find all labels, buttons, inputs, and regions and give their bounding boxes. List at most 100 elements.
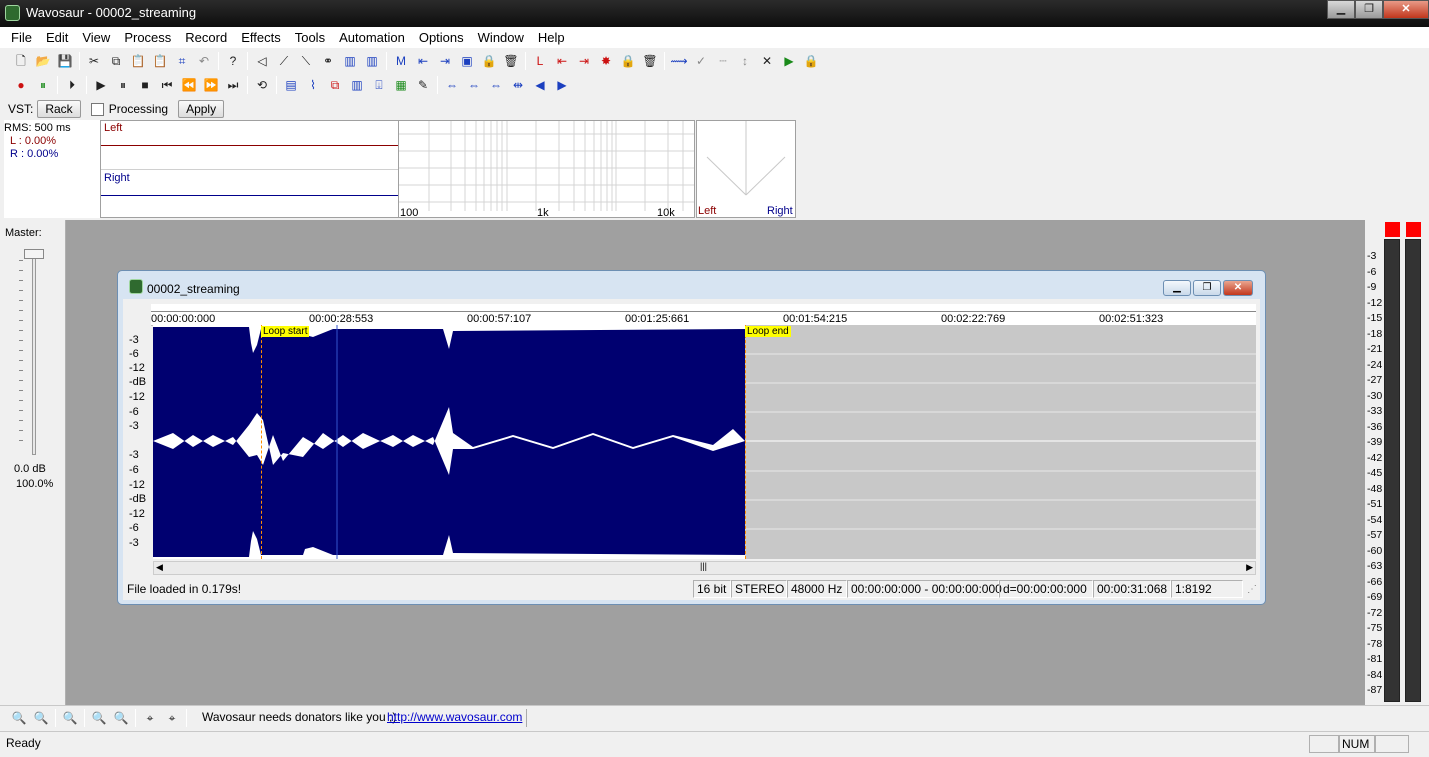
envelope-icon[interactable]: ⟿ [668, 51, 690, 72]
loop-end-line[interactable] [745, 325, 746, 559]
loop-lock-icon[interactable]: 🔒 [617, 51, 639, 72]
menu-edit[interactable]: Edit [39, 27, 75, 48]
x-icon[interactable]: ✕ [756, 51, 778, 72]
scroll-grip-icon[interactable]: ||| [700, 561, 707, 571]
zoom-fit-icon[interactable]: 🔍 [59, 708, 81, 729]
processing-checkbox[interactable] [90, 102, 104, 116]
play-box-icon[interactable]: ▶ [778, 51, 800, 72]
zoom-wave-1-icon[interactable]: ⇔ [441, 75, 463, 96]
new-file-icon[interactable]: 🗋 [10, 51, 32, 72]
zoom-out-icon[interactable]: 🔍 [30, 708, 52, 729]
help-icon[interactable]: ? [222, 51, 244, 72]
menu-record[interactable]: Record [178, 27, 234, 48]
open-folder-icon[interactable]: 📂 [32, 51, 54, 72]
marker-block-icon[interactable]: ▣ [456, 51, 478, 72]
zoom-in-icon[interactable]: 🔍 [8, 708, 30, 729]
record-icon[interactable]: ● [10, 75, 32, 96]
clip-indicator-right[interactable] [1406, 222, 1421, 237]
trash-icon[interactable]: 🗑 [500, 51, 522, 72]
timeline[interactable]: 00:00:00:000 00:00:28:553 00:00:57:107 0… [151, 304, 1256, 326]
loop-start-line[interactable] [261, 325, 262, 559]
go-end-icon[interactable]: ⏭ [222, 75, 244, 96]
save-icon[interactable]: 💾 [54, 51, 76, 72]
dashes-icon[interactable]: ┈ [712, 51, 734, 72]
loop-trash-icon[interactable]: 🗑 [639, 51, 661, 72]
play-from-icon[interactable]: ⏵ [61, 75, 83, 96]
check-icon[interactable]: ✓ [690, 51, 712, 72]
paste-special-icon[interactable]: 📋 [149, 51, 171, 72]
pause-icon[interactable]: ⏸ [112, 75, 134, 96]
arrow-left-icon[interactable]: ◀ [529, 75, 551, 96]
updown-icon[interactable]: ↕ [734, 51, 756, 72]
stop-icon[interactable]: ■ [134, 75, 156, 96]
menu-options[interactable]: Options [412, 27, 471, 48]
zoom-wave-2-icon[interactable]: ⇔ [463, 75, 485, 96]
horizontal-scrollbar[interactable]: ◀ ||| ▶ [153, 561, 1256, 575]
cut-icon[interactable]: ✂ [83, 51, 105, 72]
play-icon[interactable]: ▶ [90, 75, 112, 96]
spectrum-icon[interactable]: ⌇ [302, 75, 324, 96]
loop-left-icon[interactable]: ⇤ [551, 51, 573, 72]
marker-left-icon[interactable]: ⇤ [412, 51, 434, 72]
menu-help[interactable]: Help [531, 27, 572, 48]
resize-grip-icon[interactable]: ⋰ [1247, 584, 1257, 595]
zoom-wave-3-icon[interactable]: ⇔ [485, 75, 507, 96]
zoom-wave-4-icon[interactable]: ⇹ [507, 75, 529, 96]
master-slider-thumb[interactable] [24, 249, 44, 259]
marker-m-icon[interactable]: M [390, 51, 412, 72]
fade-in-icon[interactable]: ⟋ [273, 51, 295, 72]
menu-process[interactable]: Process [117, 27, 178, 48]
waveform-view[interactable]: Loop start Loop end [153, 325, 1256, 559]
close-button[interactable]: ✕ [1383, 0, 1429, 19]
record-pause-icon[interactable]: ⏸ [32, 75, 54, 96]
master-slider-track[interactable] [32, 250, 36, 455]
rack-button[interactable]: Rack [37, 100, 81, 118]
copy-region-icon[interactable]: ⧉ [324, 75, 346, 96]
undo-icon[interactable]: ↶ [193, 51, 215, 72]
zoom-selection-icon[interactable]: ⌖ [139, 708, 161, 729]
maximize-button[interactable]: ❐ [1355, 0, 1383, 19]
loop-right-icon[interactable]: ⇥ [573, 51, 595, 72]
speaker-icon[interactable]: ◁ [251, 51, 273, 72]
zoom-vertical-out-icon[interactable]: 🔍 [110, 708, 132, 729]
lock-icon[interactable]: 🔒 [478, 51, 500, 72]
menu-automation[interactable]: Automation [332, 27, 412, 48]
loop-cross-icon[interactable]: ✸ [595, 51, 617, 72]
fade-out-icon[interactable]: ⟍ [295, 51, 317, 72]
scroll-right-icon[interactable]: ▶ [1246, 562, 1253, 573]
menu-window[interactable]: Window [471, 27, 531, 48]
link-icon[interactable]: ⚭ [317, 51, 339, 72]
menu-effects[interactable]: Effects [234, 27, 288, 48]
normalize-icon[interactable]: ▤ [280, 75, 302, 96]
apply-button[interactable]: Apply [178, 100, 225, 118]
pencil-icon[interactable]: ✎ [412, 75, 434, 96]
wave-tool-2-icon[interactable]: ⍗ [368, 75, 390, 96]
website-link[interactable]: http://www.wavosaur.com [387, 710, 522, 724]
marker-right-icon[interactable]: ⇥ [434, 51, 456, 72]
fast-forward-icon[interactable]: ⏩ [200, 75, 222, 96]
doc-close-button[interactable]: ✕ [1223, 280, 1253, 296]
title-bar[interactable]: Wavosaur - 00002_streaming ▁ ❐ ✕ [0, 0, 1429, 27]
doc-minimize-button[interactable]: ▁ [1163, 280, 1191, 296]
loop-end-marker[interactable]: Loop end [745, 326, 791, 337]
trim-icon[interactable]: ⌗ [171, 51, 193, 72]
loop-start-marker[interactable]: Loop start [261, 326, 310, 337]
auto-lock-icon[interactable]: 🔒 [800, 51, 822, 72]
zoom-all-icon[interactable]: ⌖ [161, 708, 183, 729]
menu-tools[interactable]: Tools [288, 27, 332, 48]
document-window[interactable]: 00002_streaming ▁ ❐ ✕ 00:00:00:000 00:00… [117, 270, 1266, 605]
copy-icon[interactable]: ⧉ [105, 51, 127, 72]
loop-marker-icon[interactable]: L [529, 51, 551, 72]
wave-tool-3-icon[interactable]: ▦ [390, 75, 412, 96]
rewind-icon[interactable]: ⏪ [178, 75, 200, 96]
doc-restore-button[interactable]: ❐ [1193, 280, 1221, 296]
minimize-button[interactable]: ▁ [1327, 0, 1355, 19]
waveform-icon[interactable]: ▥ [339, 51, 361, 72]
waveform-stereo-icon[interactable]: ▥ [361, 51, 383, 72]
arrow-right-icon[interactable]: ▶ [551, 75, 573, 96]
zoom-vertical-in-icon[interactable]: 🔍 [88, 708, 110, 729]
menu-file[interactable]: File [4, 27, 39, 48]
clip-indicator-left[interactable] [1385, 222, 1400, 237]
menu-view[interactable]: View [75, 27, 117, 48]
loop-icon[interactable]: ⟲ [251, 75, 273, 96]
